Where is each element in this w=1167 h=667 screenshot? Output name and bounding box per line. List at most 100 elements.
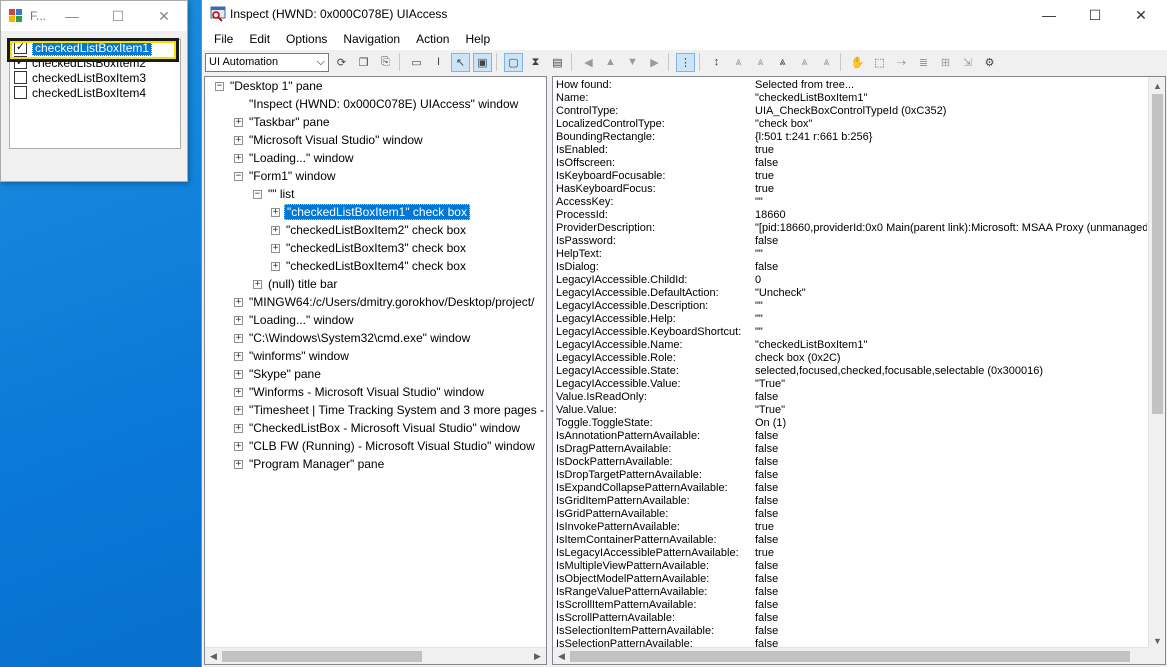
hourglass-icon[interactable]: ⧗ bbox=[526, 53, 545, 72]
scroll-up-icon[interactable]: ▲ bbox=[1149, 77, 1165, 94]
hand-icon[interactable]: ✋ bbox=[848, 53, 867, 72]
property-row[interactable]: How found: Selected from tree... bbox=[556, 79, 1146, 92]
close-button[interactable]: ✕ bbox=[141, 1, 187, 31]
select-icon[interactable]: ⬚ bbox=[870, 53, 889, 72]
tree-node[interactable]: + "C:\Windows\System32\cmd.exe" window bbox=[234, 329, 472, 347]
list-icon[interactable]: ≣ bbox=[914, 53, 933, 72]
inspect-title-bar[interactable]: Inspect (HWND: 0x000C078E) UIAccess — ☐ … bbox=[202, 0, 1167, 28]
property-row[interactable]: IsEnabled: true bbox=[556, 144, 1146, 157]
menu-file[interactable]: File bbox=[206, 32, 241, 46]
tree-node[interactable]: + (null) title bar bbox=[253, 275, 339, 293]
options-icon[interactable]: ⚙ bbox=[980, 53, 999, 72]
minimize-button[interactable]: — bbox=[49, 1, 95, 31]
property-row[interactable]: Toggle.ToggleState: On (1) bbox=[556, 417, 1146, 430]
checked-list-item[interactable]: checkedListBoxItem3 bbox=[10, 70, 180, 85]
tree-node[interactable]: − "Form1" window bbox=[234, 167, 338, 185]
watch-focus-icon[interactable]: ▣ bbox=[473, 52, 492, 72]
expand-icon[interactable]: + bbox=[253, 279, 262, 289]
menu-edit[interactable]: Edit bbox=[241, 32, 278, 46]
expand-icon[interactable]: + bbox=[271, 225, 280, 235]
property-row[interactable]: IsLegacyIAccessiblePatternAvailable: true bbox=[556, 547, 1146, 560]
property-row[interactable]: IsAnnotationPatternAvailable: false bbox=[556, 430, 1146, 443]
tree-view-icon[interactable]: ⋮ bbox=[676, 52, 695, 72]
property-row[interactable]: IsGridPatternAvailable: false bbox=[556, 508, 1146, 521]
checkbox-unchecked-icon[interactable] bbox=[14, 86, 27, 99]
copy-icon[interactable]: ❐ bbox=[354, 53, 373, 72]
tree-node[interactable]: + "winforms" window bbox=[234, 347, 351, 365]
expand-icon[interactable]: + bbox=[234, 423, 243, 433]
scroll-right-icon[interactable]: ▶ bbox=[529, 648, 546, 665]
menu-help[interactable]: Help bbox=[457, 32, 498, 46]
properties-pane[interactable]: How found: Selected from tree... Name: "che… bbox=[552, 76, 1166, 665]
parent-node-icon[interactable]: ⩓ bbox=[817, 53, 836, 72]
nav-left-icon[interactable]: ◀ bbox=[579, 53, 598, 72]
tree-node[interactable]: + "checkedListBoxItem3" check box bbox=[271, 239, 468, 257]
expand-icon[interactable]: + bbox=[234, 441, 243, 451]
properties-vertical-scrollbar[interactable]: ▲ ▼ bbox=[1148, 77, 1165, 649]
refresh-icon[interactable]: ⟳ bbox=[332, 53, 351, 72]
checkbox-unchecked-icon[interactable] bbox=[14, 71, 27, 84]
expand-icon[interactable]: ⇲ bbox=[958, 53, 977, 72]
expand-icon[interactable]: + bbox=[271, 207, 280, 217]
element-tree-pane[interactable]: − "Desktop 1" pane "Inspect (HWND: 0x000C0… bbox=[204, 76, 547, 665]
first-child-icon[interactable]: ⩓ bbox=[729, 53, 748, 72]
tree-node[interactable]: + "Program Manager" pane bbox=[234, 455, 386, 473]
property-row[interactable]: IsOffscreen: false bbox=[556, 157, 1146, 170]
tree-node[interactable]: + "checkedListBoxItem4" check box bbox=[271, 257, 468, 275]
expand-icon[interactable]: + bbox=[234, 315, 243, 325]
collapse-icon[interactable]: − bbox=[253, 189, 262, 199]
property-row[interactable]: IsDragPatternAvailable: false bbox=[556, 443, 1146, 456]
property-row[interactable]: IsInvokePatternAvailable: true bbox=[556, 521, 1146, 534]
tree-node[interactable]: + "Loading..." window bbox=[234, 149, 356, 167]
scroll-left-icon[interactable]: ◀ bbox=[553, 648, 570, 665]
tree-node[interactable]: − "" list bbox=[253, 185, 297, 203]
property-row[interactable]: LegacyIAccessible.State: selected,focused… bbox=[556, 365, 1146, 378]
show-highlight-icon[interactable]: ▢ bbox=[504, 52, 523, 72]
checked-list-box[interactable]: ✓ checkedListBoxItem1 ✓ checkedListBoxItem2… bbox=[9, 39, 181, 149]
property-row[interactable]: LegacyIAccessible.KeyboardShortcut: "" bbox=[556, 326, 1146, 339]
expand-icon[interactable]: + bbox=[234, 387, 243, 397]
property-row[interactable]: LegacyIAccessible.DefaultAction: "Uncheck… bbox=[556, 287, 1146, 300]
menu-navigation[interactable]: Navigation bbox=[335, 32, 408, 46]
property-row[interactable]: IsItemContainerPatternAvailable: false bbox=[556, 534, 1146, 547]
property-row[interactable]: LocalizedControlType: "check box" bbox=[556, 118, 1146, 131]
property-row[interactable]: ControlType: UIA_CheckBoxControlTypeId (0… bbox=[556, 105, 1146, 118]
expand-icon[interactable]: + bbox=[234, 351, 243, 361]
scroll-thumb[interactable] bbox=[1152, 94, 1163, 414]
checked-list-item[interactable]: ✓ checkedListBoxItem2 bbox=[10, 55, 180, 70]
expand-icon[interactable]: + bbox=[271, 261, 280, 271]
checked-list-item[interactable]: checkedListBoxItem4 bbox=[10, 85, 180, 100]
property-row[interactable]: HelpText: "" bbox=[556, 248, 1146, 261]
collapse-icon[interactable]: − bbox=[234, 171, 243, 181]
collapse-icon[interactable]: − bbox=[215, 81, 224, 91]
property-row[interactable]: Value.Value: "True" bbox=[556, 404, 1146, 417]
menu-options[interactable]: Options bbox=[278, 32, 335, 46]
nav-up-icon[interactable]: ▲ bbox=[601, 53, 620, 72]
property-row[interactable]: BoundingRectangle: {l:501 t:241 r:661 b:2… bbox=[556, 131, 1146, 144]
property-row[interactable]: IsDialog: false bbox=[556, 261, 1146, 274]
property-row[interactable]: IsGridItemPatternAvailable: false bbox=[556, 495, 1146, 508]
scroll-thumb[interactable] bbox=[222, 650, 422, 662]
navigate-parent-icon[interactable]: ↕ bbox=[707, 53, 726, 72]
property-row[interactable]: IsScrollItemPatternAvailable: false bbox=[556, 599, 1146, 612]
scroll-left-icon[interactable]: ◀ bbox=[205, 648, 222, 665]
tree-node[interactable]: + "CheckedListBox - Microsoft Visual Stud… bbox=[234, 419, 522, 437]
nav-right-icon[interactable]: ▶ bbox=[645, 53, 664, 72]
checkbox-checked-icon[interactable]: ✓ bbox=[14, 41, 27, 54]
property-row[interactable]: LegacyIAccessible.Description: "" bbox=[556, 300, 1146, 313]
tree-node[interactable]: "Inspect (HWND: 0x000C078E) UIAccess" wi… bbox=[234, 95, 520, 113]
expand-icon[interactable]: + bbox=[234, 405, 243, 415]
checked-list-item[interactable]: ✓ checkedListBoxItem1 bbox=[10, 39, 180, 56]
property-row[interactable]: LegacyIAccessible.ChildId: 0 bbox=[556, 274, 1146, 287]
form1-title-bar[interactable]: F... — ☐ ✕ bbox=[1, 1, 187, 31]
property-row[interactable]: IsMultipleViewPatternAvailable: false bbox=[556, 560, 1146, 573]
property-row[interactable]: Value.IsReadOnly: false bbox=[556, 391, 1146, 404]
highlight-rectangle-icon[interactable]: ▭ bbox=[407, 53, 426, 72]
previous-sibling-icon[interactable]: ⩓ bbox=[773, 53, 792, 72]
tree-horizontal-scrollbar[interactable]: ◀ ▶ bbox=[205, 647, 546, 664]
property-row[interactable]: LegacyIAccessible.Help: "" bbox=[556, 313, 1146, 326]
property-row[interactable]: HasKeyboardFocus: true bbox=[556, 183, 1146, 196]
tree-node[interactable]: + "Loading..." window bbox=[234, 311, 356, 329]
expand-icon[interactable]: + bbox=[234, 135, 243, 145]
tree-node[interactable]: − "Desktop 1" pane bbox=[215, 77, 325, 95]
